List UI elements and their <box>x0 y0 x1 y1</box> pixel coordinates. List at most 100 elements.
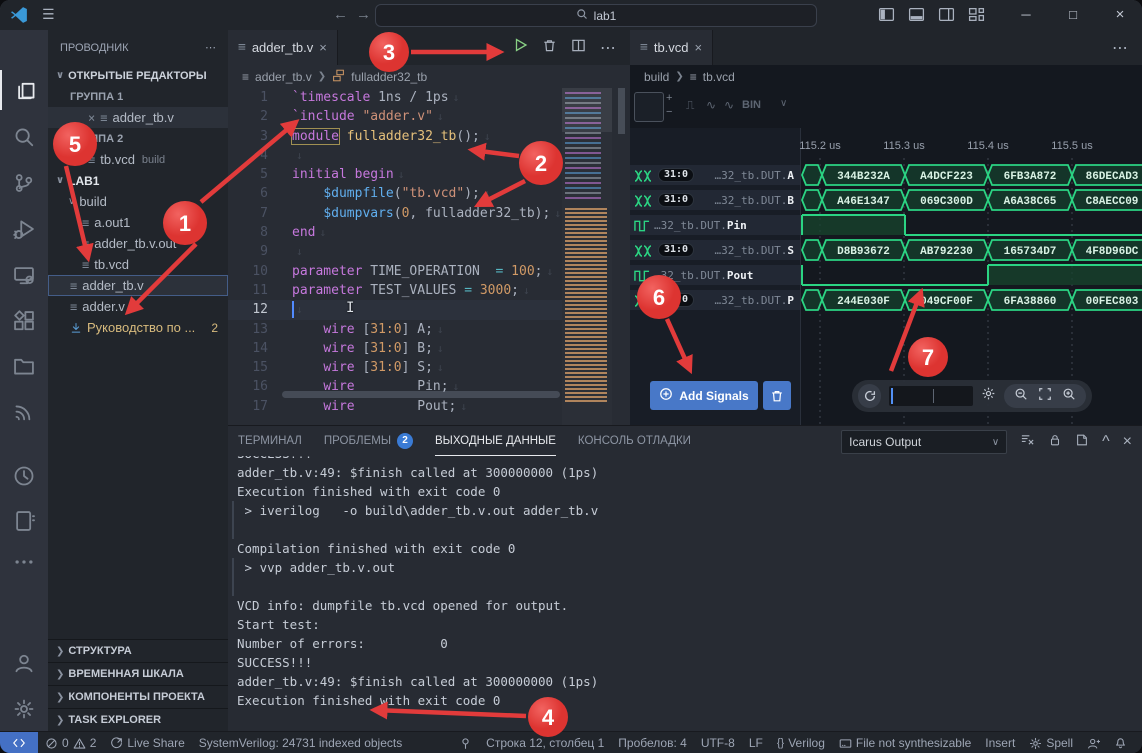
tab-tb-vcd[interactable]: ≡ tb.vcd × <box>630 30 713 65</box>
status-insert[interactable]: Insert <box>978 736 1022 750</box>
activity-source-control[interactable] <box>0 163 48 203</box>
remove-signals-button[interactable] <box>763 381 791 410</box>
lock-icon[interactable] <box>1048 433 1062 452</box>
sidebar-item-adder-tb-v[interactable]: ≡adder_tb.v <box>48 275 228 296</box>
panel-tab-терминал[interactable]: ТЕРМИНАЛ <box>238 426 302 456</box>
terminal-output[interactable]: SUCCESS!!!adder_tb.v:49: $finish called … <box>228 456 1142 732</box>
status-file-not-synthesizable[interactable]: File not synthesizable <box>832 736 978 750</box>
signal-row-Pout[interactable]: …32_tb.DUT.Pout <box>630 265 800 285</box>
close-editor-icon[interactable]: × <box>88 111 95 125</box>
panel-tab-выходные-данные[interactable]: ВЫХОДНЫЕ ДАННЫЕ <box>435 426 556 456</box>
code-editor[interactable]: 1`timescale 1ns / 1ps↓2`include "adder.v… <box>228 88 562 425</box>
activity-account[interactable] <box>0 643 48 683</box>
maximize-button[interactable]: □ <box>1053 0 1093 30</box>
activity-timeline[interactable] <box>0 456 48 496</box>
problems-status[interactable]: 02 <box>38 736 103 750</box>
open-output-in-editor-icon[interactable] <box>1075 433 1089 452</box>
sine2-icon[interactable]: ∿ <box>724 98 734 112</box>
output-channel-select[interactable]: Icarus Output ∨ <box>841 430 1007 454</box>
vertical-scrollbar[interactable] <box>618 88 625 134</box>
activity-esp-idf[interactable] <box>0 390 48 430</box>
trash-button[interactable] <box>542 38 557 58</box>
panel-tab-проблемы[interactable]: ПРОБЛЕМЫ2 <box>324 426 413 456</box>
status-spell[interactable]: Spell <box>1022 736 1080 750</box>
status-utf-8[interactable]: UTF-8 <box>694 736 742 750</box>
signal-row-Pin[interactable]: …32_tb.DUT.Pin <box>630 215 800 235</box>
sidebar-section--[interactable]: ❯ВРЕМЕННАЯ ШКАЛА <box>48 662 228 685</box>
pulse-icon[interactable]: ⎍ <box>686 98 694 113</box>
refresh-button[interactable] <box>858 384 881 408</box>
activity-run-debug[interactable] <box>0 209 48 249</box>
more-actions-icon[interactable]: ⋯ <box>1112 38 1128 58</box>
sidebar-item-adder-v[interactable]: ≡adder.v <box>48 296 228 317</box>
tab-close-icon[interactable]: × <box>695 40 703 55</box>
settings-gear-icon[interactable] <box>981 386 996 406</box>
sidebar-item-adder-tb-v[interactable]: ×≡adder_tb.v <box>48 107 228 128</box>
status-пробелов-4[interactable]: Пробелов: 4 <box>611 736 694 750</box>
sidebar-item-tb-vcd[interactable]: ≡tb.vcdbuild <box>48 149 228 170</box>
status-systemverilog-24731-indexed-objects[interactable]: SystemVerilog: 24731 indexed objects <box>192 736 409 750</box>
close-panel-icon[interactable]: × <box>1123 433 1132 451</box>
activity-extensions[interactable] <box>0 301 48 341</box>
activity-explorer[interactable] <box>0 70 50 110</box>
minimap-slider[interactable] <box>562 88 612 132</box>
clear-output-icon[interactable] <box>1020 432 1035 452</box>
signal-row-A[interactable]: 31:0…32_tb.DUT.A <box>630 165 800 185</box>
activity-settings[interactable] <box>0 689 48 729</box>
sine-icon[interactable]: ∿ <box>706 98 716 112</box>
signal-row-B[interactable]: 31:0…32_tb.DUT.B <box>630 190 800 210</box>
sidebar-section-task-explorer[interactable]: ❯TASK EXPLORER <box>48 708 228 731</box>
status-verilog[interactable]: {}Verilog <box>770 736 832 750</box>
activity-more[interactable] <box>0 542 48 582</box>
minimap[interactable] <box>562 88 612 425</box>
signal-row-S[interactable]: 31:0…32_tb.DUT.S <box>630 240 800 260</box>
layout-sidebar-left-icon[interactable] <box>878 6 895 28</box>
sidebar-item--[interactable]: Руководство по ...2 <box>48 317 228 338</box>
layout-panel-icon[interactable] <box>908 6 925 28</box>
menu-icon[interactable]: ☰ <box>42 6 55 23</box>
minus-icon[interactable]: − <box>666 107 672 118</box>
run-button[interactable] <box>512 37 528 58</box>
wave-breadcrumb[interactable]: build ❯ ≡ tb.vcd <box>630 65 1142 88</box>
maximize-panel-icon[interactable]: ^ <box>1102 433 1110 451</box>
zoom-in-icon[interactable] <box>1062 387 1076 406</box>
marker-color-box[interactable] <box>634 92 664 122</box>
remote-indicator[interactable] <box>0 732 38 753</box>
tab-close-icon[interactable]: × <box>319 40 327 55</box>
sidebar-item-a-out1[interactable]: ≡a.out1 <box>48 212 228 233</box>
sidebar-section--[interactable]: ❯КОМПОНЕНТЫ ПРОЕКТА <box>48 685 228 708</box>
zoom-out-icon[interactable] <box>1014 387 1028 406</box>
sidebar-item-build[interactable]: ∨build <box>48 191 228 212</box>
activity-search[interactable] <box>0 117 48 157</box>
status-personplus[interactable] <box>1080 737 1107 750</box>
sidebar-item--1[interactable]: ГРУППА 1 <box>48 86 228 107</box>
activity-notebook[interactable] <box>0 501 48 541</box>
time-input[interactable] <box>889 386 973 406</box>
sidebar-item-tb-vcd[interactable]: ≡tb.vcd <box>48 254 228 275</box>
panel-tab-консоль-отладки[interactable]: КОНСОЛЬ ОТЛАДКИ <box>578 426 691 456</box>
sidebar-item--2[interactable]: ГРУППА 2 <box>48 128 228 149</box>
sidebar-item-adder-tb-v-out[interactable]: ≡adder_tb.v.out <box>48 233 228 254</box>
status-bell[interactable] <box>1107 737 1134 750</box>
sidebar-item-lab1[interactable]: ∨LAB1 <box>48 170 228 191</box>
horizontal-scrollbar[interactable] <box>282 391 560 398</box>
sidebar-item--[interactable]: ∨ОТКРЫТЫЕ РЕДАКТОРЫ <box>48 65 228 86</box>
more-actions-icon[interactable]: ⋯ <box>600 38 616 58</box>
sidebar-more-icon[interactable]: ⋯ <box>205 41 216 54</box>
editor-breadcrumb[interactable]: ≡ adder_tb.v ❯ fulladder32_tb <box>228 65 630 88</box>
minimize-button[interactable]: ─ <box>1006 0 1046 30</box>
status-строка-12-столбец-1[interactable]: Строка 12, столбец 1 <box>479 736 611 750</box>
split-edit-button[interactable] <box>571 38 586 58</box>
fullscreen-icon[interactable] <box>1038 387 1052 406</box>
status-lf[interactable]: LF <box>742 736 770 750</box>
sidebar-section--[interactable]: ❯СТРУКТУРА <box>48 639 228 662</box>
nav-back-icon[interactable]: ← <box>333 6 348 23</box>
activity-remote-explorer[interactable] <box>0 255 48 295</box>
layout-sidebar-right-icon[interactable] <box>938 6 955 28</box>
format-select[interactable]: BIN <box>742 99 761 111</box>
plus-icon[interactable]: + <box>666 93 672 104</box>
add-signals-button[interactable]: Add Signals <box>650 381 758 410</box>
status-live-share[interactable]: Live Share <box>103 736 191 750</box>
tab-adder-tb-v[interactable]: ≡ adder_tb.v × <box>228 30 338 65</box>
command-search-input[interactable]: lab1 <box>375 4 817 27</box>
